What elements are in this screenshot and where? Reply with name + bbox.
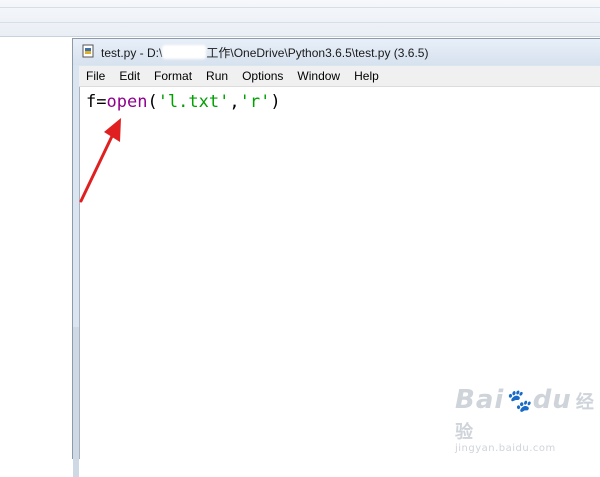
window-title: test.py - D:\ 工作\OneDrive\Python3.6.5\tes… [101, 45, 429, 60]
toolbar-divider [0, 7, 600, 8]
menu-edit[interactable]: Edit [112, 66, 147, 86]
redacted-path [162, 45, 207, 59]
watermark-logo: Bai🐾du 经验 [455, 385, 595, 443]
menu-help[interactable]: Help [347, 66, 386, 86]
background-window-area [0, 37, 72, 450]
menu-format[interactable]: Format [147, 66, 199, 86]
code-builtin-open: open [106, 92, 148, 112]
baidu-watermark: Bai🐾du 经验 jingyan.baidu.com [455, 385, 595, 454]
title-bar[interactable]: test.py - D:\ 工作\OneDrive\Python3.6.5\tes… [73, 39, 600, 65]
code-string-mode: 'r' [239, 92, 271, 112]
code-variable: f= [86, 92, 107, 112]
menu-file[interactable]: File [79, 66, 112, 86]
menu-options[interactable]: Options [235, 66, 290, 86]
code-paren-close: ) [270, 92, 281, 112]
code-string-filename: 'l.txt' [157, 92, 230, 112]
python-file-icon [82, 44, 94, 58]
toolbar-divider [0, 22, 600, 23]
background-window-toolbar [0, 0, 600, 37]
menu-run[interactable]: Run [199, 66, 235, 86]
code-line-1[interactable]: f=open('l.txt','r') [86, 92, 281, 112]
watermark-url: jingyan.baidu.com [455, 443, 556, 454]
menu-bar: File Edit Format Run Options Window Help [79, 66, 600, 87]
menu-window[interactable]: Window [290, 66, 347, 86]
code-comma: , [229, 92, 240, 112]
code-paren-open: ( [147, 92, 158, 112]
